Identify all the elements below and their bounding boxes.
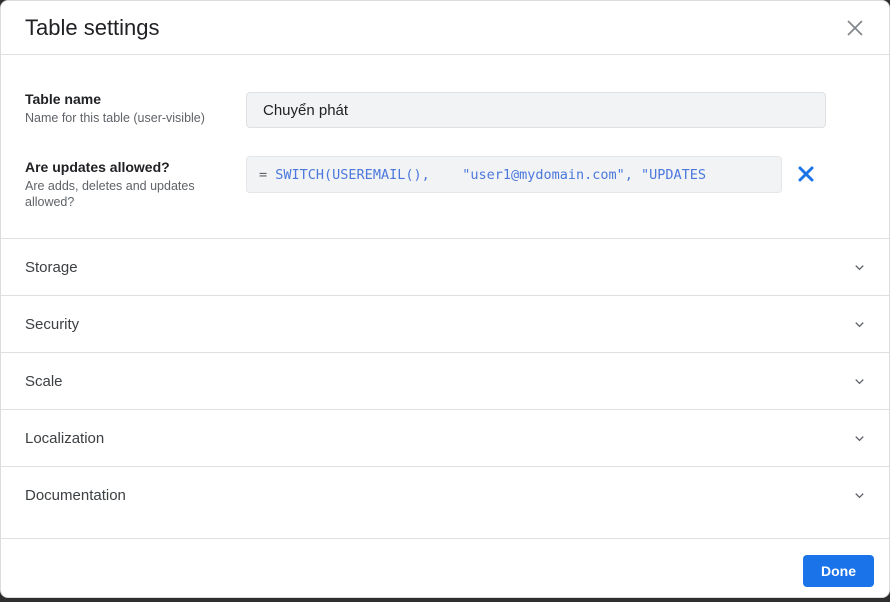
formula-expression: SWITCH(USEREMAIL(), "user1@mydomain.com"… [275,166,707,183]
chevron-down-icon [855,264,864,270]
close-icon[interactable] [841,14,869,42]
table-settings-dialog: Table settings Table name Name for this … [0,0,890,598]
formula-equals-sign: = [259,166,268,183]
updates-allowed-label: Are updates allowed? [25,159,170,175]
section-label: Localization [25,429,105,447]
table-name-description: Name for this table (user-visible) [25,111,205,125]
table-name-label: Table name [25,91,101,107]
done-button[interactable]: Done [803,555,874,587]
formula-space [267,167,275,183]
close-x-glyph [847,19,863,36]
dialog-header: Table settings [1,1,889,55]
table-name-input[interactable] [246,92,826,128]
chevron-down-icon [855,321,864,327]
clear-formula-icon[interactable] [793,161,819,187]
updates-allowed-label-block: Are updates allowed? Are adds, deletes a… [25,159,237,210]
settings-accordion: Storage Security Scale Localization Docu… [1,238,889,523]
chevron-down-icon [855,492,864,498]
updates-allowed-description: Are adds, deletes and updates allowed? [25,179,195,209]
dialog-footer: Done [1,538,889,597]
updates-allowed-formula-field[interactable]: = SWITCH(USEREMAIL(), "user1@mydomain.co… [246,156,782,193]
dialog-title: Table settings [25,14,160,40]
blue-x-glyph [798,166,814,182]
table-name-label-block: Table name Name for this table (user-vis… [25,91,237,126]
section-label: Storage [25,258,78,276]
section-label: Security [25,315,80,333]
section-label: Scale [25,372,63,390]
chevron-down-icon [855,435,864,441]
section-documentation[interactable]: Documentation [1,466,889,523]
chevron-down-icon [855,378,864,384]
section-localization[interactable]: Localization [1,409,889,466]
section-security[interactable]: Security [1,295,889,352]
section-storage[interactable]: Storage [1,238,889,295]
section-scale[interactable]: Scale [1,352,889,409]
section-label: Documentation [25,486,126,504]
